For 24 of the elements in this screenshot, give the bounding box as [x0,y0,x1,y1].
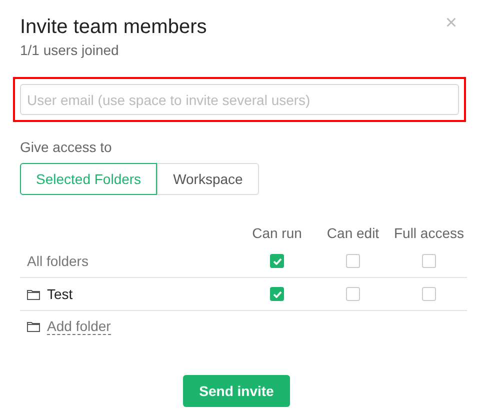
folder-icon [27,320,40,332]
checkbox[interactable] [270,254,284,268]
folder-icon [27,288,40,300]
checkmark-icon [272,258,282,264]
checkmark-icon [272,290,282,298]
checkbox[interactable] [422,254,436,268]
checkbox[interactable] [422,287,436,301]
folder-name: Test [47,286,73,302]
users-joined-count: 1/1 users joined [20,42,120,58]
access-label: Give access to [20,139,113,155]
column-header: Can edit [326,225,380,241]
checkbox[interactable] [346,254,360,268]
close-button[interactable]: × [445,14,457,32]
column-header: Can run [251,225,303,241]
checkbox[interactable] [270,287,284,301]
email-input-field[interactable]: User email (use space to invite several users) [20,84,459,115]
column-header: Full access [392,225,466,241]
folder-name: All folders [27,253,88,269]
dialog-title: Invite team members [20,15,207,40]
checkbox[interactable] [346,287,360,301]
access-tab[interactable]: Workspace [157,163,259,195]
send-invite-button[interactable]: Send invite [183,375,290,407]
add-folder-link[interactable]: Add folder [47,318,111,334]
access-tab[interactable]: Selected Folders [20,163,158,195]
